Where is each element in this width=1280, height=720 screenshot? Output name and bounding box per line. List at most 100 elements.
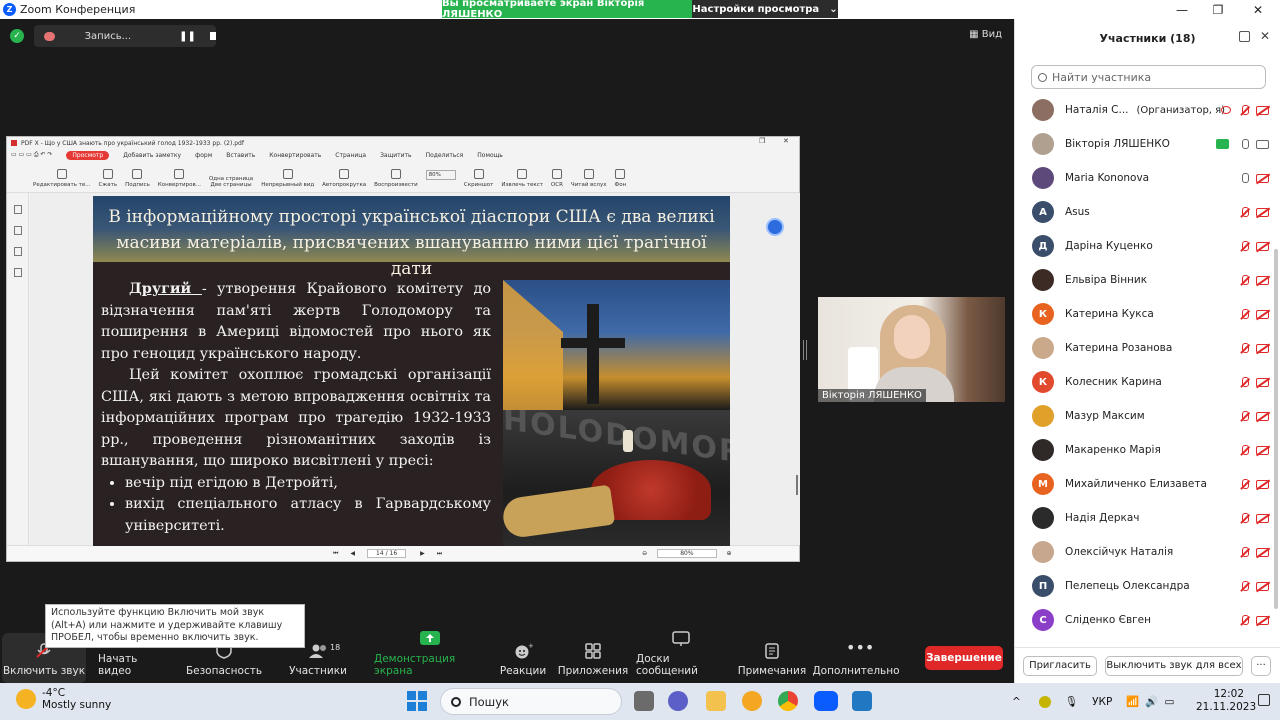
pdf-menu-item[interactable]: Конвертировать bbox=[269, 152, 321, 159]
participant-row[interactable]: П Пелепець Олександра bbox=[1015, 569, 1273, 603]
participant-row[interactable]: Наталія С... (Организатор, я) bbox=[1015, 93, 1273, 127]
pdf-tool-play[interactable]: Воспроизвести bbox=[374, 169, 418, 188]
pdf-tool-read-aloud[interactable]: Читай вслух bbox=[571, 169, 606, 188]
camera-off-icon[interactable] bbox=[1256, 310, 1269, 319]
microphone-muted-icon[interactable] bbox=[1240, 377, 1249, 388]
participant-row[interactable]: Ельвіра Вінник bbox=[1015, 263, 1273, 297]
weather-widget[interactable]: -4°C Mostly sunny bbox=[16, 687, 111, 711]
annotate-float-icon[interactable] bbox=[766, 218, 784, 236]
participant-search-input[interactable]: Найти участника bbox=[1031, 65, 1266, 89]
tray-overflow-icon[interactable]: ^ bbox=[1012, 696, 1021, 708]
participant-row[interactable]: Maria Kononova bbox=[1015, 161, 1273, 195]
battery-icon[interactable]: ▭ bbox=[1165, 696, 1175, 708]
camera-off-icon[interactable] bbox=[1256, 446, 1269, 455]
microphone-muted-icon[interactable] bbox=[1240, 479, 1249, 490]
camera-off-icon[interactable] bbox=[1256, 378, 1269, 387]
participant-row[interactable]: Олексійчук Наталія bbox=[1015, 535, 1273, 569]
participant-row[interactable]: Катерина Розанова bbox=[1015, 331, 1273, 365]
microphone-muted-icon[interactable] bbox=[1240, 445, 1249, 456]
camera-off-icon[interactable] bbox=[1256, 412, 1269, 421]
microphone-icon[interactable]: 🎙 bbox=[1065, 695, 1078, 708]
camera-off-icon[interactable] bbox=[1256, 276, 1269, 285]
microphone-muted-icon[interactable] bbox=[1240, 581, 1249, 592]
notes-button[interactable]: Примечания bbox=[736, 633, 808, 683]
camera-off-icon[interactable] bbox=[1256, 514, 1269, 523]
participant-row[interactable]: С Сліденко Євген bbox=[1015, 603, 1273, 637]
microphone-muted-icon[interactable] bbox=[1240, 615, 1249, 626]
notifications-icon[interactable] bbox=[1258, 694, 1270, 706]
participant-row[interactable]: Вікторія ЛЯШЕНКО bbox=[1015, 127, 1273, 161]
participant-row[interactable]: A Asus bbox=[1015, 195, 1273, 229]
photos-icon[interactable] bbox=[852, 691, 872, 711]
participant-row[interactable]: Мазур Максим bbox=[1015, 399, 1273, 433]
app-icon[interactable] bbox=[742, 691, 762, 711]
microphone-muted-icon[interactable] bbox=[1240, 105, 1249, 116]
participant-row[interactable]: Надія Деркач bbox=[1015, 501, 1273, 535]
camera-off-icon[interactable] bbox=[1256, 548, 1269, 557]
pdf-scrollbar[interactable] bbox=[796, 475, 798, 495]
teams-chat-icon[interactable] bbox=[668, 691, 688, 711]
pdf-tool-ocr[interactable]: OCR bbox=[551, 169, 563, 188]
zoom-taskbar-icon[interactable] bbox=[814, 691, 838, 711]
pdf-menu-item[interactable]: форм bbox=[195, 152, 212, 159]
share-screen-button[interactable]: Демонстрация экрана bbox=[374, 631, 486, 683]
more-button[interactable]: ••• Дополнительно bbox=[812, 633, 899, 683]
prev-page-icon[interactable]: ◀ bbox=[350, 550, 355, 557]
pdf-tool-autoscroll[interactable]: Автопрокрутка bbox=[322, 169, 366, 188]
wifi-icon[interactable]: 📶 bbox=[1126, 695, 1139, 708]
volume-icon[interactable]: 🔊 bbox=[1145, 695, 1158, 708]
end-meeting-button[interactable]: Завершение bbox=[925, 646, 1003, 670]
pdf-tool-continuous[interactable]: Непрерывный вид bbox=[261, 169, 314, 188]
camera-off-icon[interactable] bbox=[1256, 344, 1269, 353]
view-settings-button[interactable]: Настройки просмотра ⌄ bbox=[692, 0, 838, 18]
participant-row[interactable]: М Михайличенко Елизавета bbox=[1015, 467, 1273, 501]
maximize-button[interactable]: ❐ bbox=[1200, 0, 1236, 19]
participant-row[interactable]: Макаренко Марія bbox=[1015, 433, 1273, 467]
pdf-menu-item[interactable]: Просмотр bbox=[66, 150, 110, 160]
split-drag-handle[interactable] bbox=[803, 340, 807, 360]
zoom-in-icon[interactable]: ⊕ bbox=[727, 550, 732, 557]
microphone-muted-icon[interactable] bbox=[1240, 275, 1249, 286]
microphone-muted-icon[interactable] bbox=[1240, 207, 1249, 218]
microphone-muted-icon[interactable] bbox=[1240, 343, 1249, 354]
invite-button[interactable]: Пригласить bbox=[1023, 655, 1097, 676]
pdf-tool-sign[interactable]: Подпись bbox=[125, 169, 150, 188]
camera-off-icon[interactable] bbox=[1256, 106, 1269, 115]
microphone-muted-icon[interactable] bbox=[1240, 547, 1249, 558]
participant-row[interactable]: К Колесник Карина bbox=[1015, 365, 1273, 399]
chrome-icon[interactable] bbox=[778, 691, 798, 711]
microphone-muted-icon[interactable] bbox=[1240, 309, 1249, 320]
pdf-tool-edit[interactable]: Редактировать те... bbox=[33, 169, 90, 188]
reactions-button[interactable]: + Реакции bbox=[496, 633, 550, 683]
pdf-tool-extract-text[interactable]: Извлечь текст bbox=[501, 169, 543, 188]
pause-recording-button[interactable]: ❚❚ bbox=[179, 31, 196, 42]
participant-list-scrollbar[interactable] bbox=[1274, 249, 1278, 609]
next-page-icon[interactable]: ▶ bbox=[420, 550, 425, 557]
camera-off-icon[interactable] bbox=[1256, 174, 1269, 183]
pdf-tool-screenshot[interactable]: Скриншот bbox=[464, 169, 493, 188]
camera-off-icon[interactable] bbox=[1256, 480, 1269, 489]
mute-all-button[interactable]: Выключить звук для всех bbox=[1105, 655, 1243, 676]
participant-video-tile[interactable]: Вікторія ЛЯШЕНКО bbox=[818, 297, 1005, 402]
camera-off-icon[interactable] bbox=[1256, 208, 1269, 217]
more-options-button[interactable]: ··· bbox=[1251, 655, 1271, 676]
pdf-menu-item[interactable]: Защитить bbox=[380, 152, 412, 159]
bookmark-icon[interactable] bbox=[13, 205, 22, 214]
camera-off-icon[interactable] bbox=[1256, 242, 1269, 251]
pdf-menu-item[interactable]: Добавить заметку bbox=[123, 152, 181, 159]
close-panel-icon[interactable]: ✕ bbox=[1260, 29, 1270, 43]
apps-button[interactable]: Приложения bbox=[558, 633, 628, 683]
participant-row[interactable]: Д Даріна Куценко bbox=[1015, 229, 1273, 263]
microphone-muted-icon[interactable] bbox=[1240, 241, 1249, 252]
camera-off-icon[interactable] bbox=[1256, 616, 1269, 625]
taskbar-search[interactable]: Пошук bbox=[440, 688, 622, 715]
security-shield-icon[interactable]: ✓ bbox=[10, 29, 24, 43]
popout-icon[interactable] bbox=[1239, 31, 1250, 42]
camera-off-icon[interactable] bbox=[1256, 582, 1269, 591]
tray-app-icon[interactable] bbox=[1038, 695, 1051, 708]
file-explorer-icon[interactable] bbox=[706, 691, 726, 711]
stop-recording-button[interactable] bbox=[209, 32, 216, 40]
page-indicator[interactable]: 14 / 16 bbox=[367, 549, 407, 558]
last-page-icon[interactable]: ⏭ bbox=[437, 550, 442, 558]
thumbnails-icon[interactable] bbox=[13, 226, 22, 235]
